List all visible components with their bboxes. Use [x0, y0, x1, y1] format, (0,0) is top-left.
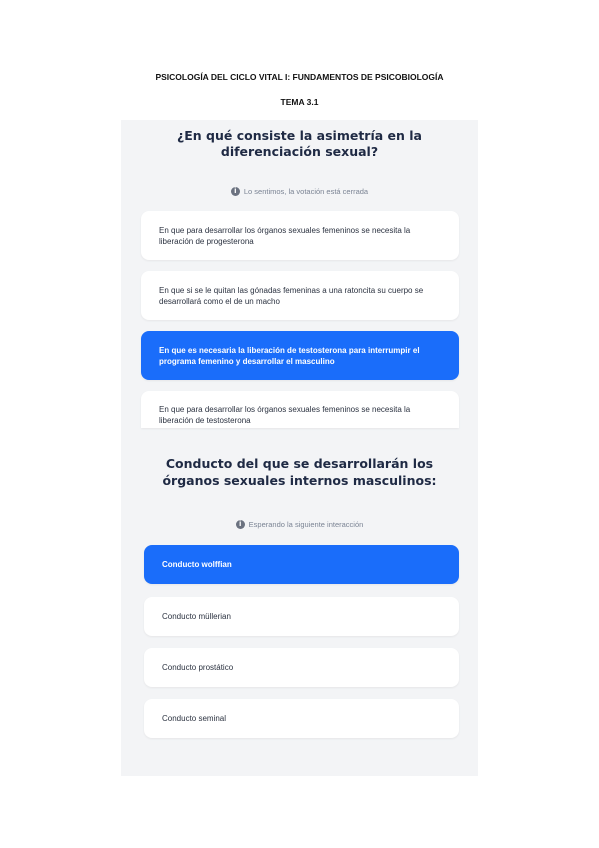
question-2-option-1-selected[interactable]: Conducto wolffian: [144, 545, 459, 584]
option-label: En que para desarrollar los órganos sexu…: [159, 225, 411, 246]
question-2-status-text: Esperando la siguiente interacción: [248, 520, 364, 529]
option-label: Conducto wolffian: [162, 560, 232, 569]
question-1-status-text: Lo sentimos, la votación está cerrada: [243, 187, 369, 196]
question-2-title: Conducto del que se desarrollarán los ór…: [162, 456, 437, 488]
question-2-status: i Esperando la siguiente interacción: [121, 520, 478, 529]
option-label: En que para desarrollar los órganos sexu…: [159, 405, 411, 425]
question-1-status: i Lo sentimos, la votación está cerrada: [121, 187, 478, 196]
document-title: PSICOLOGÍA DEL CICLO VITAL I: FUNDAMENTO…: [155, 72, 444, 82]
question-1-option-4[interactable]: En que para desarrollar los órganos sexu…: [141, 391, 459, 428]
question-2-option-2[interactable]: Conducto müllerian: [144, 597, 459, 636]
question-1-title: ¿En qué consiste la asimetría en la dife…: [177, 128, 422, 159]
option-label: Conducto prostático: [162, 663, 234, 672]
document-topic: TEMA 3.1: [280, 97, 319, 107]
question-1-option-2[interactable]: En que si se le quitan las gónadas femen…: [141, 271, 459, 320]
question-1-option-3-selected[interactable]: En que es necesaria la liberación de tes…: [141, 331, 459, 380]
info-icon: i: [230, 187, 240, 196]
option-label: En que es necesaria la liberación de tes…: [159, 345, 420, 366]
poll-panel: ¿En qué consiste la asimetría en la dife…: [121, 120, 478, 776]
question-2-option-4[interactable]: Conducto seminal: [144, 699, 459, 738]
question-1-option-1[interactable]: En que para desarrollar los órganos sexu…: [141, 211, 459, 260]
option-label: En que si se le quitan las gónadas femen…: [159, 285, 424, 306]
option-label: Conducto müllerian: [162, 612, 231, 621]
info-icon: i: [235, 520, 245, 529]
question-2-option-3[interactable]: Conducto prostático: [144, 648, 459, 687]
option-label: Conducto seminal: [162, 714, 227, 723]
